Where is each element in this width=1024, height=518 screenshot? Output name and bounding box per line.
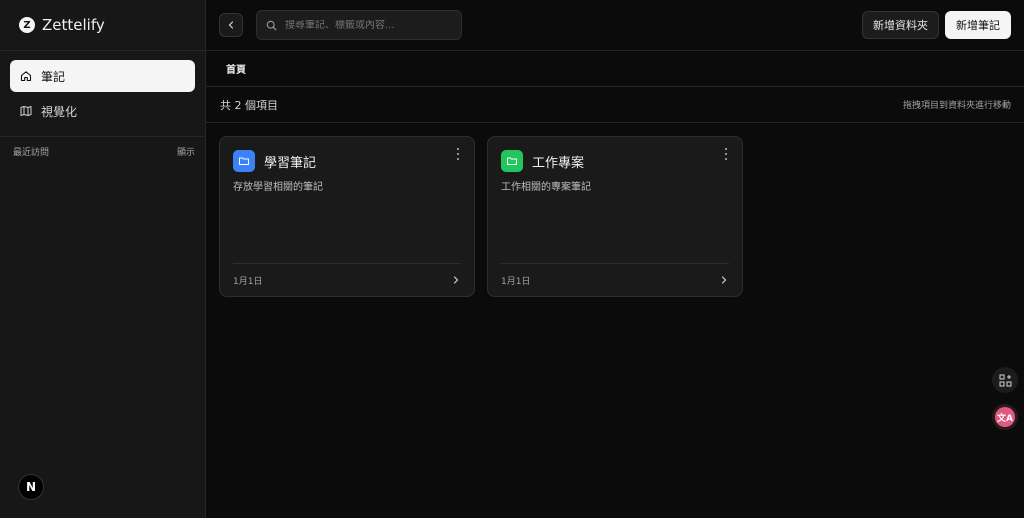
sidebar-item-label: 筆記: [41, 69, 66, 84]
chevron-left-icon: [228, 21, 234, 29]
card-footer: 1月1日: [233, 263, 461, 296]
folder-title: 工作專案: [532, 155, 585, 171]
brand-name: Zettelify: [42, 16, 105, 34]
recent-label: 最近訪問: [13, 148, 50, 158]
sidebar-item-label: 視覺化: [41, 104, 78, 119]
home-icon: [20, 70, 32, 82]
topbar: 新增資料夾 新增筆記: [206, 0, 1024, 51]
folder-description: 工作相關的專案筆記: [501, 182, 591, 193]
chevron-right-icon[interactable]: [719, 275, 729, 285]
new-folder-button[interactable]: 新增資料夾: [862, 11, 939, 39]
apps-grid-button[interactable]: [992, 367, 1018, 393]
search-icon: [266, 20, 277, 30]
chevron-right-icon[interactable]: [451, 275, 461, 285]
main-content: 新增資料夾 新增筆記 首頁 共 2 個項目 拖拽項目到資料夾進行移動 學習筆記 …: [206, 0, 1024, 518]
folder-icon: [501, 150, 523, 172]
sidebar: Z Zettelify 筆記 視覺化 最近訪問 顯示 N: [0, 0, 206, 518]
recent-toggle-button[interactable]: 顯示: [177, 145, 195, 158]
translate-button[interactable]: 文A: [992, 404, 1018, 430]
back-button[interactable]: [219, 13, 243, 37]
folder-card[interactable]: 工作專案 工作相關的專案筆記 1月1日: [487, 136, 743, 297]
app-root: Z Zettelify 筆記 視覺化 最近訪問 顯示 N 搜尋筆記、標籤或內容.…: [0, 0, 1024, 518]
sidebar-item-notes[interactable]: 筆記: [10, 60, 195, 92]
folder-date: 1月1日: [501, 276, 531, 287]
folder-description: 存放學習相關的筆記: [233, 182, 323, 193]
folder-card[interactable]: 學習筆記 存放學習相關的筆記 1月1日: [219, 136, 475, 297]
brand[interactable]: Z Zettelify: [0, 0, 205, 51]
sidebar-item-visualize[interactable]: 視覺化: [10, 95, 195, 127]
folder-date: 1月1日: [233, 276, 263, 287]
search-box[interactable]: [256, 10, 462, 40]
brand-logo: Z: [19, 17, 35, 33]
folder-title: 學習筆記: [264, 155, 317, 171]
breadcrumb-home[interactable]: 首頁: [226, 61, 246, 76]
avatar[interactable]: N: [18, 474, 44, 500]
translate-icon: 文A: [995, 407, 1015, 427]
recent-section: 最近訪問 顯示: [0, 137, 205, 158]
search-input[interactable]: [285, 19, 455, 31]
card-footer: 1月1日: [501, 263, 729, 296]
folder-icon: [233, 150, 255, 172]
more-options-icon[interactable]: [721, 147, 731, 161]
drag-hint: 拖拽項目到資料夾進行移動: [902, 101, 1011, 111]
more-options-icon[interactable]: [453, 147, 463, 161]
breadcrumb: 首頁: [206, 51, 1024, 87]
sidebar-nav: 筆記 視覺化: [0, 51, 205, 127]
new-note-button[interactable]: 新增筆記: [945, 11, 1011, 39]
folder-grid: 學習筆記 存放學習相關的筆記 1月1日 工作專案 工作相關的專案筆記 1月1日: [206, 123, 1024, 297]
item-count: 共 2 個項目: [220, 98, 278, 112]
map-icon: [20, 105, 32, 117]
list-toolbar: 共 2 個項目 拖拽項目到資料夾進行移動: [206, 87, 1024, 123]
grid-plus-icon: [999, 374, 1011, 386]
